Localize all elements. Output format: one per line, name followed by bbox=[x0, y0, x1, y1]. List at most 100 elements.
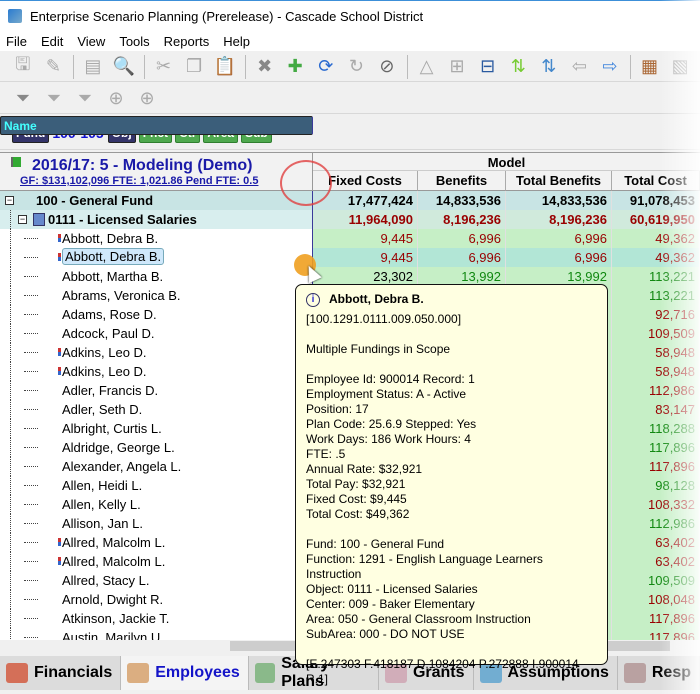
calculator-icon[interactable]: ▦ bbox=[639, 56, 661, 78]
cell-total-cost[interactable]: 117,896 bbox=[612, 438, 700, 457]
filter-chip-name[interactable]: Name bbox=[0, 116, 313, 135]
row-name[interactable]: Allen, Kelly L. bbox=[62, 497, 141, 512]
collapse-toggle[interactable]: − bbox=[5, 196, 14, 205]
row-name[interactable]: Albright, Curtis L. bbox=[62, 421, 162, 436]
cell-benefits[interactable]: 6,996 bbox=[418, 248, 506, 267]
edit-icon[interactable]: ✎ bbox=[43, 56, 65, 78]
cell-total-cost[interactable]: 113,221 bbox=[612, 267, 700, 286]
save-icon[interactable]: 🖫 bbox=[12, 54, 34, 78]
employee-row[interactable]: Abbott, Debra B. 9,445 6,996 6,996 49,362 bbox=[0, 229, 700, 248]
tab-financials[interactable]: Financials bbox=[0, 656, 122, 690]
row-name[interactable]: Adkins, Leo D. bbox=[62, 345, 147, 360]
collapse-toggle[interactable]: − bbox=[18, 215, 27, 224]
delete-icon[interactable]: ✖ bbox=[254, 56, 276, 78]
row-name[interactable]: Allen, Heidi L. bbox=[62, 478, 142, 493]
forward-icon[interactable]: ⇨ bbox=[599, 56, 621, 78]
cancel-icon[interactable]: ⊘ bbox=[376, 56, 398, 78]
cell-total-benefits[interactable]: 8,196,236 bbox=[506, 210, 612, 229]
row-name[interactable]: Abrams, Veronica B. bbox=[62, 288, 181, 303]
cell-total-cost[interactable]: 49,362 bbox=[612, 248, 700, 267]
paste-icon[interactable]: 📋 bbox=[214, 56, 236, 78]
row-name[interactable]: Aldridge, George L. bbox=[62, 440, 175, 455]
remove-filter-icon[interactable]: ⏷ bbox=[74, 88, 96, 110]
column-header-benefits[interactable]: Benefits bbox=[418, 171, 506, 191]
row-name[interactable]: Allred, Malcolm L. bbox=[62, 554, 165, 569]
menu-view[interactable]: View bbox=[77, 34, 105, 49]
cell-total-cost[interactable]: 58,948 bbox=[612, 362, 700, 381]
row-name[interactable]: Alexander, Angela L. bbox=[62, 459, 181, 474]
row-name[interactable]: Adkins, Leo D. bbox=[62, 364, 147, 379]
row-name[interactable]: Abbott, Martha B. bbox=[62, 269, 163, 284]
cell-total-cost[interactable]: 92,716 bbox=[612, 305, 700, 324]
new-filter-icon[interactable]: ⏷ bbox=[12, 88, 34, 110]
menu-edit[interactable]: Edit bbox=[41, 34, 63, 49]
cut-icon[interactable]: ✂ bbox=[153, 56, 175, 78]
tab-resp[interactable]: Resp bbox=[617, 656, 700, 690]
cell-total-cost[interactable]: 49,362 bbox=[612, 229, 700, 248]
fund-row[interactable]: −100 - General Fund 17,477,424 14,833,536 1… bbox=[0, 191, 700, 210]
cell-total-benefits[interactable]: 14,833,536 bbox=[506, 191, 612, 210]
expand-icon[interactable]: ⊞ bbox=[446, 56, 468, 78]
cell-total-cost[interactable]: 60,619,950 bbox=[612, 210, 700, 229]
budget-icon[interactable]: △ bbox=[416, 56, 438, 78]
menu-help[interactable]: Help bbox=[223, 34, 250, 49]
tab-employees[interactable]: Employees bbox=[121, 656, 249, 690]
back-icon[interactable]: ⇦ bbox=[569, 56, 591, 78]
excel-icon[interactable]: ▧ bbox=[669, 56, 691, 78]
cell-benefits[interactable]: 6,996 bbox=[418, 229, 506, 248]
cell-benefits[interactable]: 8,196,236 bbox=[418, 210, 506, 229]
row-name[interactable]: Adams, Rose D. bbox=[62, 307, 157, 322]
cell-total-cost[interactable]: 58,948 bbox=[612, 343, 700, 362]
cell-total-cost[interactable]: 118,288 bbox=[612, 419, 700, 438]
cell-total-cost[interactable]: 98,128 bbox=[612, 476, 700, 495]
row-name[interactable]: Abbott, Debra B. bbox=[62, 231, 158, 246]
add-icon[interactable]: ✚ bbox=[284, 56, 306, 78]
cell-total-cost[interactable]: 91,078,453 bbox=[612, 191, 700, 210]
sort-down-icon[interactable]: ⇅ bbox=[538, 56, 560, 78]
employee-row[interactable]: Abbott, Debra B. 9,445 6,996 6,996 49,362 bbox=[0, 248, 700, 267]
menu-tools[interactable]: Tools bbox=[119, 34, 149, 49]
cell-total-cost[interactable]: 112,986 bbox=[612, 381, 700, 400]
column-header-total-benefits[interactable]: Total Benefits bbox=[506, 171, 612, 191]
row-name[interactable]: Arnold, Dwight R. bbox=[62, 592, 163, 607]
print-preview-icon[interactable]: ▤ bbox=[82, 56, 104, 78]
cell-total-cost[interactable]: 83,147 bbox=[612, 400, 700, 419]
collapse-icon[interactable]: ⊟ bbox=[477, 56, 499, 78]
cell-total-cost[interactable]: 117,896 bbox=[612, 457, 700, 476]
row-name[interactable]: Allred, Stacy L. bbox=[62, 573, 149, 588]
cell-total-cost[interactable]: 63,402 bbox=[612, 552, 700, 571]
cell-fixed-costs[interactable]: 9,445 bbox=[313, 248, 418, 267]
cell-total-cost[interactable]: 109,509 bbox=[612, 571, 700, 590]
reload-icon[interactable]: ↻ bbox=[346, 56, 368, 78]
search-report-icon[interactable]: 🔍 bbox=[113, 56, 135, 78]
target-clear-icon[interactable]: ⊕ bbox=[136, 88, 158, 110]
target-icon[interactable]: ⊕ bbox=[105, 88, 127, 110]
edit-filter-icon[interactable]: ⏷ bbox=[43, 88, 65, 110]
cell-total-cost[interactable]: 112,986 bbox=[612, 514, 700, 533]
row-name[interactable]: Adler, Seth D. bbox=[62, 402, 142, 417]
row-name[interactable]: Abbott, Debra B. bbox=[62, 248, 165, 265]
cell-total-benefits[interactable]: 6,996 bbox=[506, 229, 612, 248]
cell-total-cost[interactable]: 113,221 bbox=[612, 286, 700, 305]
cell-total-cost[interactable]: 109,509 bbox=[612, 324, 700, 343]
object-row[interactable]: −0111 - Licensed Salaries 11,964,090 8,196… bbox=[0, 210, 700, 229]
menu-file[interactable]: File bbox=[6, 34, 27, 49]
refresh-icon[interactable]: ⟳ bbox=[315, 56, 337, 78]
menu-reports[interactable]: Reports bbox=[164, 34, 210, 49]
sort-up-icon[interactable]: ⇅ bbox=[507, 56, 529, 78]
cell-benefits[interactable]: 14,833,536 bbox=[418, 191, 506, 210]
cell-total-cost[interactable]: 63,402 bbox=[612, 533, 700, 552]
scenario-summary-link[interactable]: GF: $131,102,096 FTE: 1,021.86 Pend FTE:… bbox=[20, 175, 258, 187]
row-name[interactable]: Allison, Jan L. bbox=[62, 516, 143, 531]
row-name[interactable]: Adcock, Paul D. bbox=[62, 326, 155, 341]
row-name[interactable]: Atkinson, Jackie T. bbox=[62, 611, 169, 626]
cell-total-cost[interactable]: 117,896 bbox=[612, 609, 700, 628]
cell-fixed-costs[interactable]: 9,445 bbox=[313, 229, 418, 248]
cell-total-cost[interactable]: 108,332 bbox=[612, 495, 700, 514]
cell-fixed-costs[interactable]: 11,964,090 bbox=[313, 210, 418, 229]
column-header-total-cost[interactable]: Total Cost bbox=[612, 171, 700, 191]
row-name[interactable]: Adler, Francis D. bbox=[62, 383, 158, 398]
cell-total-cost[interactable]: 108,048 bbox=[612, 590, 700, 609]
copy-icon[interactable]: ❐ bbox=[183, 56, 205, 78]
cell-total-benefits[interactable]: 6,996 bbox=[506, 248, 612, 267]
